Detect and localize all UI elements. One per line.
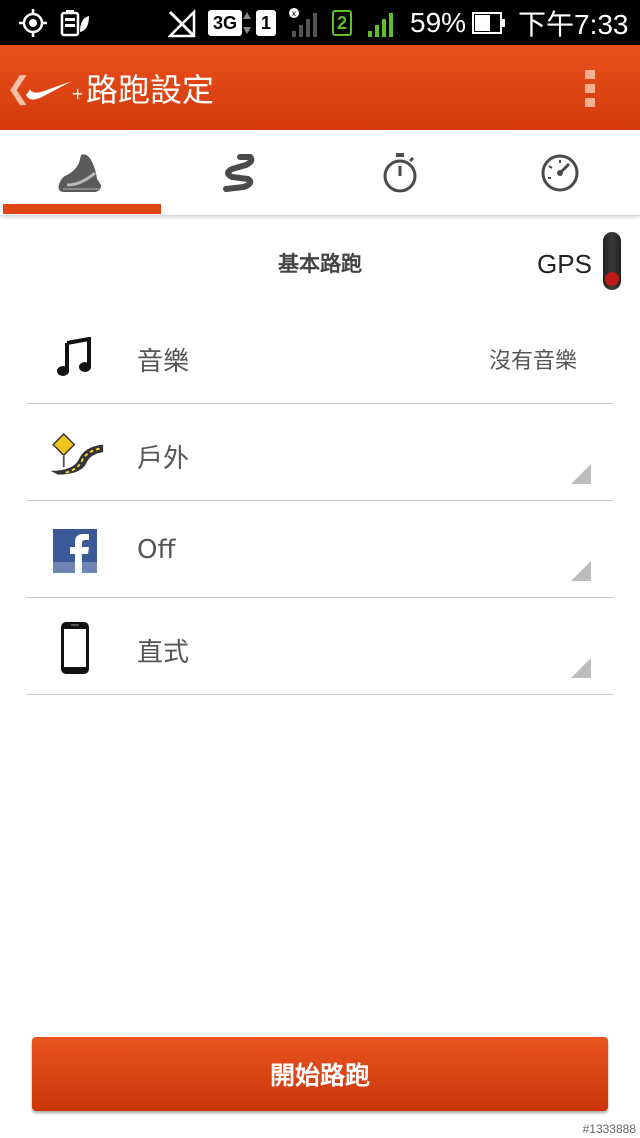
- dropdown-corner-icon: [571, 464, 591, 484]
- status-bar: 3G 1 x 2 59% 下午7:33: [0, 0, 640, 45]
- setting-label: 戶外: [137, 444, 190, 474]
- outdoor-road-icon: [45, 426, 105, 482]
- phone-icon: [45, 620, 105, 676]
- page-title: 路跑設定: [86, 71, 215, 109]
- shoe-icon: [58, 154, 101, 192]
- battery-saver-icon: [60, 0, 90, 45]
- setting-label: Off: [137, 535, 176, 565]
- tab-speed[interactable]: [480, 130, 640, 216]
- gps-toggle-knob: [605, 272, 619, 286]
- data-arrows-icon: [243, 11, 252, 34]
- speedometer-icon: [541, 154, 579, 192]
- setting-row-outdoor[interactable]: 戶外: [27, 404, 613, 501]
- route-icon: [223, 154, 255, 192]
- tab-timer[interactable]: [320, 130, 480, 216]
- setting-label: 音樂: [137, 347, 190, 377]
- sim1-badge: 1: [256, 9, 277, 36]
- watermark: #1333888: [582, 1122, 636, 1136]
- run-type-label[interactable]: 基本路跑: [200, 248, 440, 278]
- network-type-badge: 3G: [208, 9, 243, 36]
- setting-value: 沒有音樂: [488, 349, 577, 374]
- battery-percent: 59%: [410, 6, 467, 38]
- no-signal-icon: [168, 0, 196, 45]
- facebook-icon: [45, 523, 105, 579]
- sim2-badge: 2: [332, 9, 353, 36]
- tab-route[interactable]: [160, 130, 320, 216]
- svg-text:x: x: [292, 9, 297, 18]
- battery-icon: [472, 0, 506, 45]
- action-bar: ❮ + 路跑設定: [0, 45, 640, 130]
- gps-toggle[interactable]: [603, 232, 621, 290]
- start-run-button[interactable]: 開始路跑: [32, 1037, 608, 1111]
- dropdown-corner-icon: [571, 658, 591, 678]
- overflow-menu-icon[interactable]: [585, 70, 597, 110]
- sim2-signal-icon: [364, 0, 398, 45]
- gps-locate-icon: [18, 0, 48, 45]
- stopwatch-icon: [383, 153, 417, 193]
- selected-tab-indicator: [3, 204, 161, 214]
- setting-label: 直式: [137, 638, 190, 668]
- dropdown-corner-icon: [571, 561, 591, 581]
- music-note-icon: [45, 329, 105, 385]
- gps-label: GPS: [537, 249, 592, 279]
- clock: 下午7:33: [518, 8, 629, 40]
- setting-row-music[interactable]: 音樂 沒有音樂: [27, 307, 613, 404]
- sim1-signal-icon: x: [288, 0, 322, 45]
- svg-text:+: +: [71, 84, 82, 103]
- setting-row-orientation[interactable]: 直式: [27, 598, 613, 695]
- nike-plus-logo[interactable]: +: [22, 75, 84, 109]
- setting-row-facebook[interactable]: Off: [27, 501, 613, 598]
